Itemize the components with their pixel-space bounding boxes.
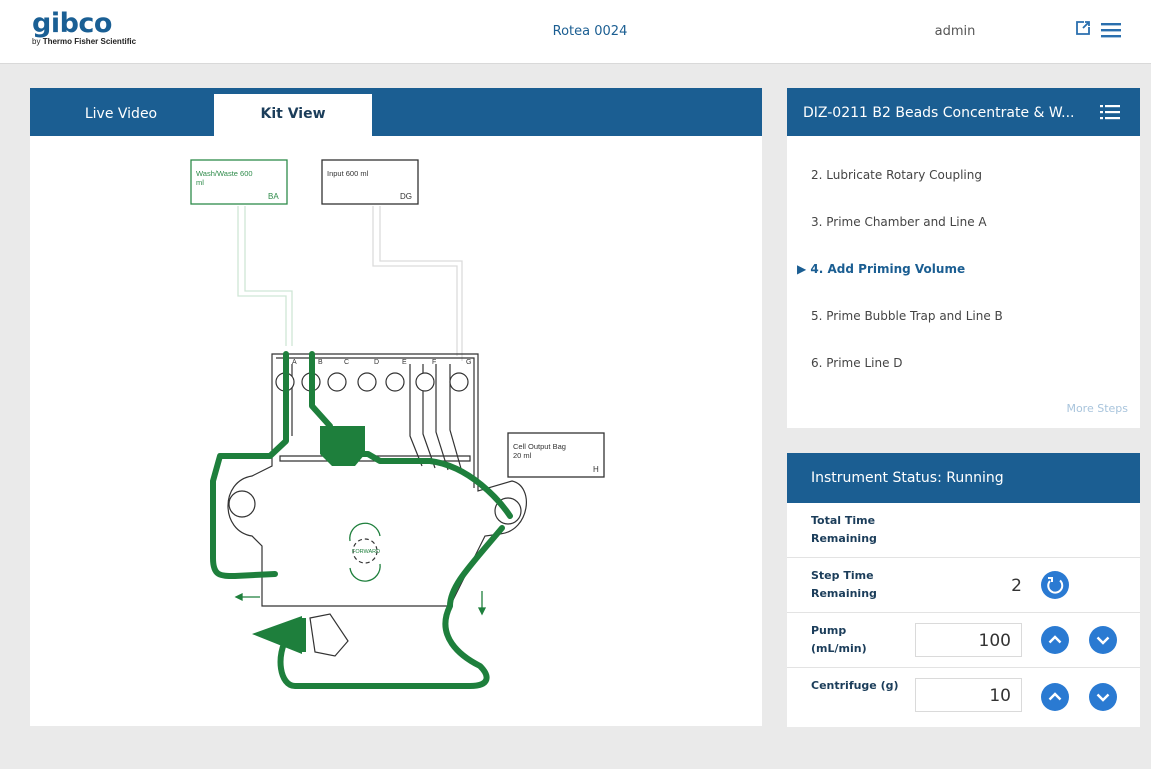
rotation-label: FORWARD	[352, 549, 380, 555]
logo-wordmark: gibco	[32, 8, 112, 39]
step-item[interactable]: 5. Prime Bubble Trap and Line B	[811, 309, 1003, 323]
valve-letter-f: F	[432, 359, 436, 366]
pump-increase-button[interactable]	[1041, 626, 1069, 654]
cell-output-bag: Cell Output Bag 20 ml H	[507, 432, 605, 478]
pump-row: Pump (mL/min) 100	[787, 613, 1140, 668]
pump-label: Pump (mL/min)	[811, 624, 867, 655]
more-steps-link[interactable]: More Steps	[1066, 402, 1128, 415]
logo-sub-prefix: by	[32, 37, 41, 46]
chevron-up-icon	[1048, 692, 1062, 701]
valve-letter-e: E	[402, 359, 407, 366]
cell-output-port: H	[593, 465, 599, 474]
valve-letter-d: D	[374, 359, 379, 366]
valve-ports	[275, 372, 469, 392]
instrument-status-panel: Instrument Status: Running Total Time Re…	[787, 453, 1140, 727]
hamburger-menu-icon[interactable]	[1101, 22, 1121, 42]
tab-kit-view[interactable]: Kit View	[214, 94, 372, 136]
protocol-title: DIZ-0211 B2 Beads Concentrate & W...	[787, 88, 1140, 136]
gibco-logo: gibco by Thermo Fisher Scientific	[32, 8, 136, 47]
kit-diagram: Wash/Waste 600 ml BA Input 600 ml DG Cel…	[30, 136, 762, 726]
protocol-steps-panel: DIZ-0211 B2 Beads Concentrate & W... 2. …	[787, 88, 1140, 428]
total-time-row: Total Time Remaining	[787, 503, 1140, 558]
cell-output-label-1: Cell Output Bag	[513, 442, 566, 451]
input-bag-label: Input 600 ml	[327, 169, 369, 178]
bubble-trap	[252, 613, 349, 657]
valve-letter-g: G	[466, 359, 471, 366]
step-list-icon[interactable]	[1100, 104, 1120, 124]
step-item[interactable]: 3. Prime Chamber and Line A	[811, 215, 987, 229]
wash-waste-port: BA	[268, 192, 279, 201]
wash-waste-label-1: Wash/Waste 600	[196, 169, 253, 178]
wash-waste-bag: Wash/Waste 600 ml BA	[190, 159, 288, 205]
pump-decrease-button[interactable]	[1089, 626, 1117, 654]
reset-step-button[interactable]	[1041, 571, 1069, 599]
centrifuge-label: Centrifuge (g)	[811, 679, 899, 692]
centrifuge-decrease-button[interactable]	[1089, 683, 1117, 711]
chevron-up-icon	[1048, 635, 1062, 644]
logo-subtitle: by Thermo Fisher Scientific	[32, 37, 136, 46]
input-bag-port: DG	[400, 192, 412, 201]
refresh-icon	[1047, 577, 1064, 594]
view-tabs: Live Video Kit View	[30, 88, 762, 136]
centrifuge-increase-button[interactable]	[1041, 683, 1069, 711]
centrifuge-field[interactable]: 10	[915, 678, 1022, 712]
user-name[interactable]: admin	[915, 24, 995, 39]
kit-diagram-svg: Wash/Waste 600 ml BA Input 600 ml DG Cel…	[190, 159, 605, 689]
cell-output-label-2: 20 ml	[513, 451, 532, 460]
status-title: Instrument Status: Running	[787, 453, 1140, 503]
step-item-active[interactable]: ▶ 4. Add Priming Volume	[797, 262, 965, 276]
centrifuge-value: 10	[989, 686, 1011, 706]
step-label: 4. Add Priming Volume	[810, 262, 966, 276]
rotation-arrow-icon	[349, 522, 381, 542]
top-bar: gibco by Thermo Fisher Scientific Rotea …	[0, 0, 1151, 64]
active-step-marker-icon: ▶	[797, 262, 807, 276]
protocol-title-text: DIZ-0211 B2 Beads Concentrate & W...	[803, 105, 1075, 121]
step-item[interactable]: 2. Lubricate Rotary Coupling	[811, 168, 982, 182]
step-time-row: Step Time Remaining 2	[787, 558, 1140, 613]
chevron-down-icon	[1096, 693, 1110, 702]
step-time-value: 2	[1011, 576, 1022, 596]
pump-rate-value: 100	[978, 631, 1011, 651]
device-name: Rotea 0024	[552, 24, 628, 39]
valve-letter-a: A	[292, 359, 297, 366]
step-time-label: Step Time Remaining	[811, 569, 877, 600]
export-icon[interactable]	[1075, 20, 1091, 40]
input-bag: Input 600 ml DG	[321, 159, 419, 205]
pump-rate-field[interactable]: 100	[915, 623, 1022, 657]
centrifuge-row: Centrifuge (g) 10	[787, 668, 1140, 723]
logo-sub-company: Thermo Fisher Scientific	[42, 37, 137, 46]
total-time-label: Total Time Remaining	[811, 514, 877, 545]
valve-letter-b: B	[318, 359, 323, 366]
valve-letter-c: C	[344, 359, 349, 366]
separation-chamber	[320, 426, 365, 466]
chevron-down-icon	[1096, 636, 1110, 645]
wash-waste-label-2: ml	[196, 178, 204, 187]
kit-view-panel: Live Video Kit View Wash/Waste 600 ml BA	[30, 88, 762, 726]
tab-live-video[interactable]: Live Video	[30, 88, 212, 136]
kit-cassette-outline	[227, 353, 527, 607]
step-item[interactable]: 6. Prime Line D	[811, 356, 903, 370]
